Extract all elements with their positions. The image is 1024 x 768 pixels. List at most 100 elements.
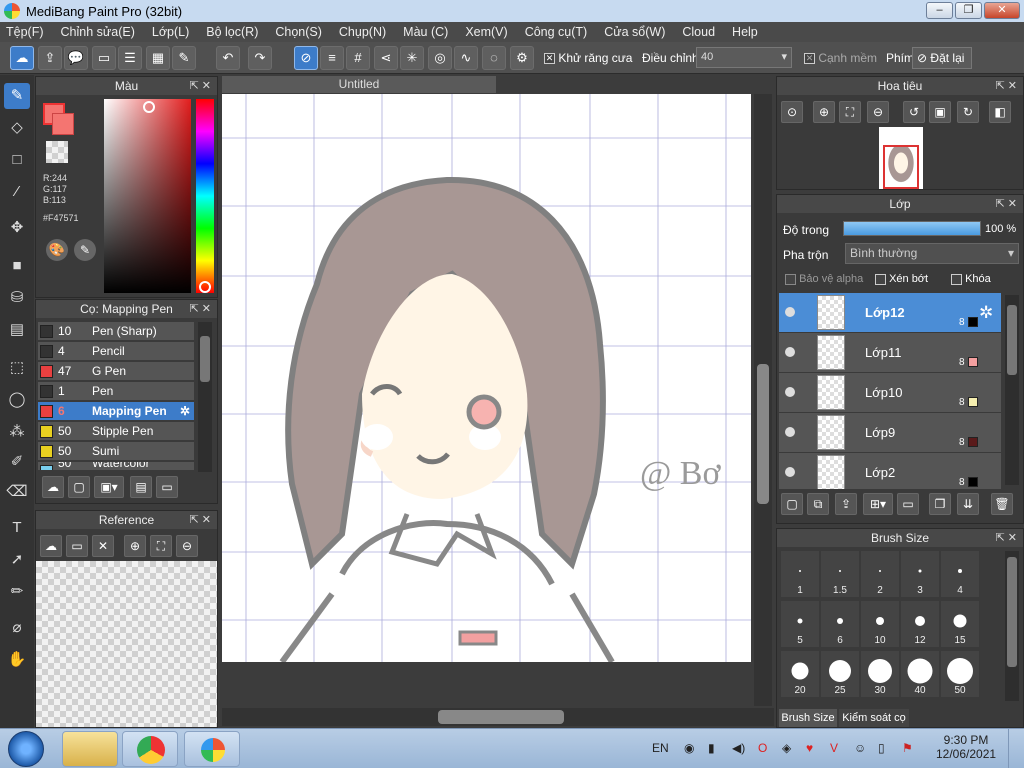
dot-tool-icon[interactable]: ⁄ (4, 179, 30, 205)
reset-button[interactable]: ⊘ Đặt lại (912, 47, 972, 69)
undo-icon[interactable]: ↶ (216, 46, 240, 70)
menu-capture[interactable]: Chụp(N) (339, 25, 386, 39)
layer-row-selected[interactable]: Lớp12 8 ✲ (779, 293, 1001, 333)
hue-handle[interactable] (199, 281, 211, 293)
cloud-reference-icon[interactable]: ☁ (40, 535, 62, 557)
layer-row[interactable]: Lớp9 8 (779, 413, 1001, 453)
menu-view[interactable]: Xem(V) (465, 25, 507, 39)
import-layer-icon[interactable]: ⇪ (835, 493, 857, 515)
opera-icon[interactable]: O (758, 741, 767, 755)
app-tray-icon[interactable]: ♥ (806, 741, 813, 755)
new-brush-icon[interactable]: ▢ (68, 476, 90, 498)
perspective-snap-icon[interactable]: ⋖ (374, 46, 398, 70)
scrollbar-thumb[interactable] (1007, 557, 1017, 667)
network-icon[interactable]: ▮ (708, 741, 715, 755)
alert-icon[interactable]: ⚑ (902, 741, 913, 755)
fit-window-icon[interactable]: ⛶ (839, 101, 861, 123)
protect-alpha-checkbox[interactable] (785, 273, 796, 285)
select-pen-icon[interactable]: ✐ (4, 449, 30, 475)
brush-list-scrollbar[interactable] (198, 322, 212, 472)
eye-icon[interactable] (785, 467, 795, 477)
operation-tool-icon[interactable]: ➚ (4, 547, 30, 573)
snap-off-icon[interactable]: ⊘ (294, 46, 318, 70)
brush-size-scrollbar[interactable] (1005, 551, 1019, 701)
divide-tool-icon[interactable]: ✏ (4, 579, 30, 605)
protect-alpha-option[interactable]: Bảo vệ alpha (785, 273, 863, 285)
merge-layer-icon[interactable]: ⇊ (957, 493, 979, 515)
layer-row[interactable]: Lớp10 8 (779, 373, 1001, 413)
hand-tool-icon[interactable]: ✋ (4, 647, 30, 673)
security-icon[interactable]: ◈ (782, 741, 791, 755)
adjust-select[interactable]: 40 ▾ (696, 47, 792, 68)
brush-item[interactable]: 50 Stipple Pen (38, 422, 194, 441)
clipping-checkbox[interactable] (875, 273, 886, 285)
close-icon[interactable]: ✕ (92, 535, 114, 557)
brush-size-option[interactable]: 4 (941, 551, 979, 597)
panel-icon[interactable]: ☰ (118, 46, 142, 70)
circle-snap-icon[interactable]: ◌ (482, 46, 506, 70)
minimize-button[interactable]: – (926, 2, 953, 19)
antialias-option[interactable]: ✕ Khử răng cưa (544, 51, 632, 65)
folder-icon[interactable]: ▭ (897, 493, 919, 515)
eye-icon[interactable] (785, 307, 795, 317)
lock-checkbox[interactable] (951, 273, 962, 285)
lasso-tool-icon[interactable]: ◯ (4, 387, 30, 413)
panel-controls[interactable]: ⇱ ✕ (996, 195, 1018, 213)
menu-layer[interactable]: Lớp(L) (152, 25, 189, 39)
brush-size-option[interactable]: 1.5 (821, 551, 859, 597)
add-layer-menu-icon[interactable]: ⊞▾ (863, 493, 893, 515)
gear-icon[interactable]: ✲ (979, 303, 993, 323)
brush-tool-icon[interactable]: ✎ (4, 83, 30, 109)
brush-settings-icon[interactable]: ✲ (180, 402, 190, 421)
new-layer-icon[interactable]: ▢ (781, 493, 803, 515)
start-button[interactable] (8, 731, 44, 767)
volume-icon[interactable]: ◀) (732, 741, 745, 755)
vertical-scrollbar-thumb[interactable] (757, 364, 769, 504)
parallel-snap-icon[interactable]: ≡ (320, 46, 344, 70)
palette-edit-icon[interactable]: ✎ (74, 239, 96, 261)
reference-image-area[interactable] (36, 561, 217, 727)
redo-icon[interactable]: ↷ (248, 46, 272, 70)
brush-item[interactable]: 47 G Pen (38, 362, 194, 381)
horizontal-scrollbar-thumb[interactable] (438, 710, 564, 724)
zoom-in-icon[interactable]: ⊕ (124, 535, 146, 557)
user-icon[interactable]: ☺ (854, 741, 866, 755)
tab-brush-size[interactable]: Brush Size (779, 709, 837, 727)
hue-slider[interactable] (196, 99, 214, 293)
brush-folder-icon[interactable]: ▭ (156, 476, 178, 498)
brush-item[interactable]: 1 Pen (38, 382, 194, 401)
layer-row[interactable]: Lớp11 8 (779, 333, 1001, 373)
saturation-value-picker[interactable] (104, 99, 191, 293)
brush-item-selected[interactable]: 6 Mapping Pen ✲ (38, 402, 194, 421)
vertical-scrollbar[interactable] (754, 94, 772, 706)
zoom-out-icon[interactable]: ⊖ (176, 535, 198, 557)
clock[interactable]: 9:30 PM 12/06/2021 (936, 733, 996, 761)
transparent-swatch[interactable] (46, 141, 68, 163)
brush-size-option[interactable]: 12 (901, 601, 939, 647)
scrollbar-thumb[interactable] (1007, 305, 1017, 375)
close-button[interactable]: ✕ (984, 2, 1020, 19)
menu-file[interactable]: Tệp(F) (6, 25, 44, 39)
zalo-icon[interactable]: ◉ (684, 741, 694, 755)
file-explorer-icon[interactable] (62, 731, 118, 767)
brush-size-option[interactable]: 40 (901, 651, 939, 697)
brush-item[interactable]: 50 Watercolor (38, 462, 194, 471)
brush-size-option[interactable]: 25 (821, 651, 859, 697)
show-desktop-button[interactable] (1008, 729, 1024, 768)
tab-brush-control[interactable]: Kiểm soát cọ (839, 709, 909, 727)
speech-icon[interactable]: ▭ (92, 46, 116, 70)
menu-help[interactable]: Help (732, 25, 758, 39)
menu-cloud[interactable]: Cloud (682, 25, 715, 39)
flip-icon[interactable]: ◧ (989, 101, 1011, 123)
menu-filter[interactable]: Bộ lọc(R) (206, 25, 258, 39)
trash-icon[interactable]: 🗑 (991, 493, 1013, 515)
eye-icon[interactable] (785, 427, 795, 437)
curve-snap-icon[interactable]: ∿ (454, 46, 478, 70)
eraser-tool-icon[interactable]: ◇ (4, 115, 30, 141)
brush-size-option[interactable]: 6 (821, 601, 859, 647)
zoom-out-icon[interactable]: ⊖ (867, 101, 889, 123)
navigator-viewport[interactable] (883, 145, 919, 189)
grid-snap-icon[interactable]: # (346, 46, 370, 70)
text-tool-icon[interactable]: T (4, 515, 30, 541)
brush-size-option[interactable]: 3 (901, 551, 939, 597)
